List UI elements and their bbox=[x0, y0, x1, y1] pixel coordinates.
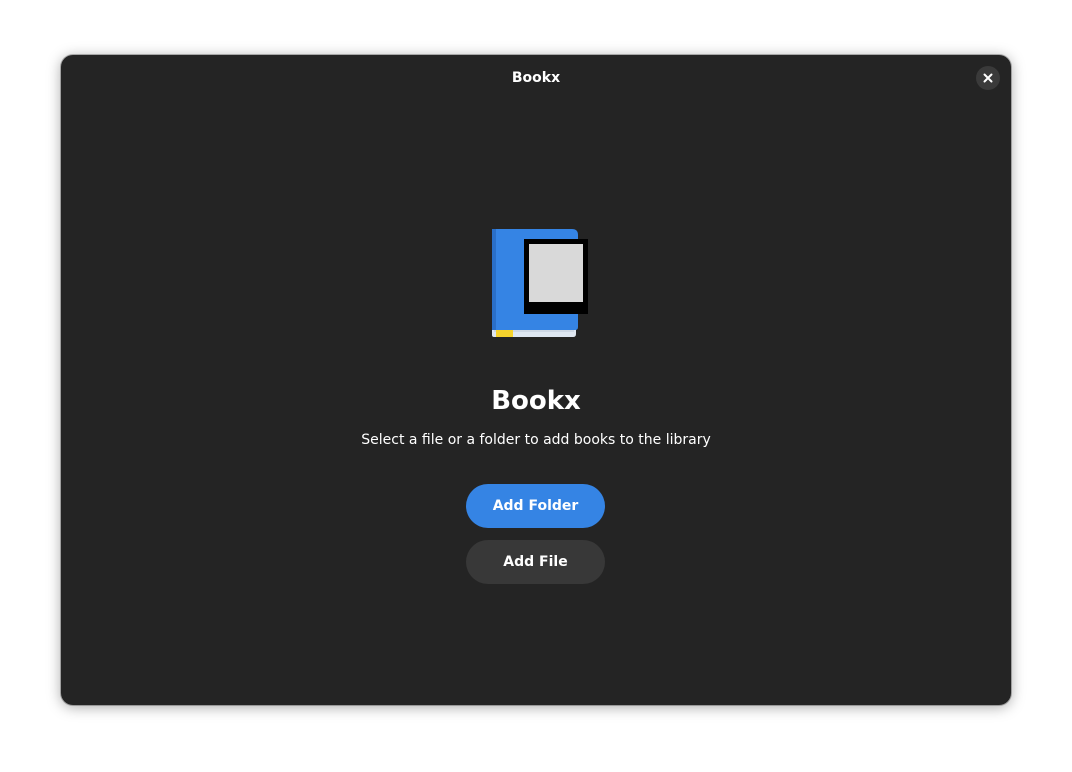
add-file-button[interactable]: Add File bbox=[466, 540, 605, 584]
page-title: Bookx bbox=[491, 386, 581, 416]
app-window: Bookx Bookx Select a file or a folder to… bbox=[61, 55, 1011, 705]
empty-library-status-page: Bookx Select a file or a folder to add b… bbox=[61, 55, 1011, 705]
book-reader-icon bbox=[492, 229, 588, 337]
add-folder-button[interactable]: Add Folder bbox=[466, 484, 605, 528]
page-description: Select a file or a folder to add books t… bbox=[361, 432, 711, 448]
